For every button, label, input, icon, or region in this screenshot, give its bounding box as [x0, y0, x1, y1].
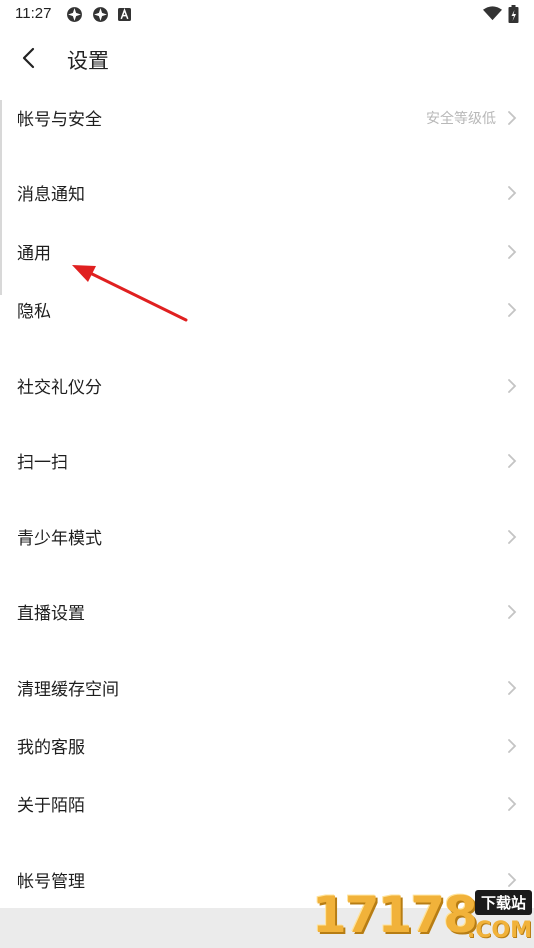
notification-app-icon-2 [93, 7, 108, 22]
chevron-right-icon [508, 454, 517, 468]
watermark-number: 17178 [312, 886, 478, 944]
status-time: 11:27 [15, 5, 52, 22]
chevron-right-icon [508, 379, 517, 393]
back-arrow-icon[interactable] [18, 46, 42, 70]
settings-item-label: 帐号管理 [17, 872, 85, 892]
watermark-logo: 17178 下载站 .COM [312, 886, 534, 948]
security-level-hint: 安全等级低 [426, 111, 496, 127]
chevron-right-icon [508, 245, 517, 259]
settings-item-label: 直播设置 [17, 604, 85, 624]
settings-item-label: 通用 [17, 244, 51, 264]
chevron-right-icon [508, 111, 517, 125]
settings-item-social-etiquette[interactable]: 社交礼仪分 [0, 359, 534, 413]
settings-item-label: 消息通知 [17, 185, 85, 205]
chevron-right-icon [508, 186, 517, 200]
settings-item-live-settings[interactable]: 直播设置 [0, 585, 534, 639]
settings-item-scan[interactable]: 扫一扫 [0, 434, 534, 488]
settings-item-label: 扫一扫 [17, 453, 68, 473]
settings-item-label: 关于陌陌 [17, 796, 85, 816]
settings-item-label: 社交礼仪分 [17, 378, 102, 398]
settings-item-label: 青少年模式 [17, 529, 102, 549]
notification-a-icon [118, 8, 131, 21]
status-bar: 11:27 [0, 0, 534, 30]
chevron-right-icon [508, 605, 517, 619]
annotation-arrow-icon [72, 265, 188, 322]
page-title: 设置 [67, 49, 109, 73]
settings-item-notifications[interactable]: 消息通知 [0, 166, 534, 220]
wifi-icon [483, 6, 502, 21]
chevron-right-icon [508, 681, 517, 695]
chevron-right-icon [508, 303, 517, 317]
header-bar: 设置 [0, 30, 534, 88]
settings-item-about[interactable]: 关于陌陌 [0, 777, 534, 831]
settings-item-clear-cache[interactable]: 清理缓存空间 [0, 661, 534, 715]
watermark-tag: 下载站 [474, 890, 532, 915]
settings-item-account-security[interactable]: 帐号与安全 安全等级低 [0, 91, 534, 145]
watermark-domain: .COM [466, 918, 532, 943]
notification-app-icon [67, 7, 82, 22]
settings-item-teen-mode[interactable]: 青少年模式 [0, 510, 534, 564]
settings-item-customer-service[interactable]: 我的客服 [0, 719, 534, 773]
chevron-right-icon [508, 530, 517, 544]
settings-item-label: 帐号与安全 [17, 110, 102, 130]
settings-item-label: 我的客服 [17, 738, 85, 758]
battery-icon [508, 5, 519, 23]
chevron-right-icon [508, 797, 517, 811]
chevron-right-icon [508, 739, 517, 753]
settings-item-label: 清理缓存空间 [17, 680, 119, 700]
settings-item-label: 隐私 [17, 302, 51, 322]
